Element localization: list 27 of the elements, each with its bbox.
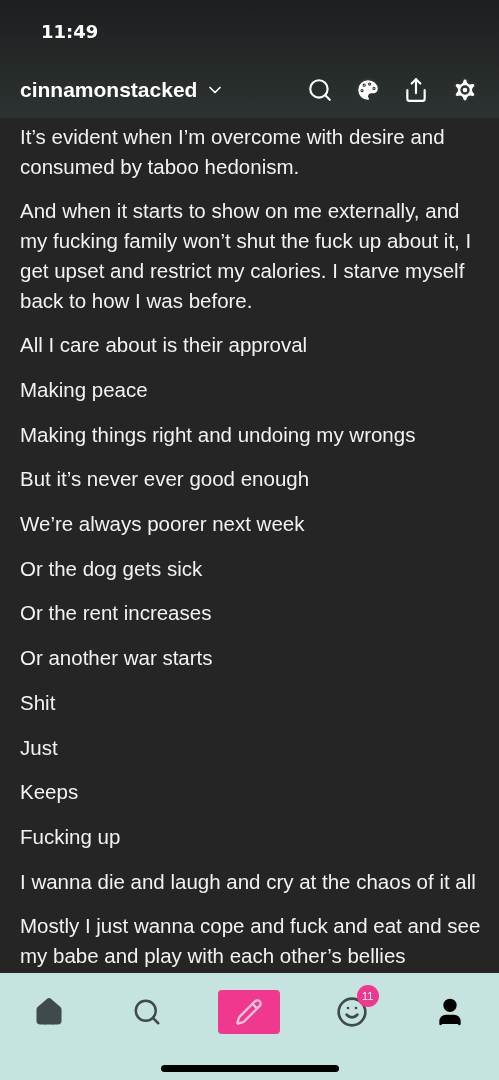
compose-button[interactable] <box>218 990 281 1034</box>
search-icon[interactable] <box>307 77 333 103</box>
blog-name[interactable]: cinnamonstacked <box>20 78 198 102</box>
post-paragraph: We’re always poorer next week <box>20 511 306 538</box>
post-paragraph: But it’s never ever good enough <box>20 466 311 493</box>
post-paragraph: Or the dog gets sick <box>20 555 204 582</box>
post-paragraph: Making things right and undoing my wrongs <box>20 421 417 448</box>
settings-icon[interactable] <box>451 76 479 104</box>
palette-icon[interactable] <box>355 77 381 103</box>
post-paragraph: And when it starts to show on me externally, and my fucking family won’t shut the fuck up about it, I get upset and restrict my calories. I starve myself back to how I was before. <box>20 198 473 314</box>
post-paragraph: I wanna die and laugh and cry at the chaos of it all <box>20 868 477 895</box>
home-icon <box>34 997 65 1027</box>
post-paragraph: All I care about is their approval <box>20 332 309 359</box>
post-paragraph: Or the rent increases <box>20 600 213 627</box>
share-icon[interactable] <box>403 77 429 103</box>
post-paragraph: Making peace <box>20 376 149 403</box>
status-time: 11:49 <box>41 20 99 42</box>
pencil-icon <box>235 998 264 1026</box>
post-paragraph: Fucking up <box>20 823 122 850</box>
notification-badge: 11 <box>356 985 379 1007</box>
post-paragraph: Or another war starts <box>20 645 214 672</box>
post-paragraph: Just <box>20 734 59 761</box>
post-paragraph: Shit <box>20 689 57 716</box>
post-paragraph: Keeps <box>20 779 80 806</box>
activity-tab[interactable]: 11 <box>324 985 379 1039</box>
post-paragraph: It’s evident when I’m overcome with desire and consumed by taboo hedonism. <box>20 124 446 180</box>
post-paragraph: Mostly I just wanna cope and fuck and eat and see my babe and play with each other’s bellies <box>20 913 482 970</box>
